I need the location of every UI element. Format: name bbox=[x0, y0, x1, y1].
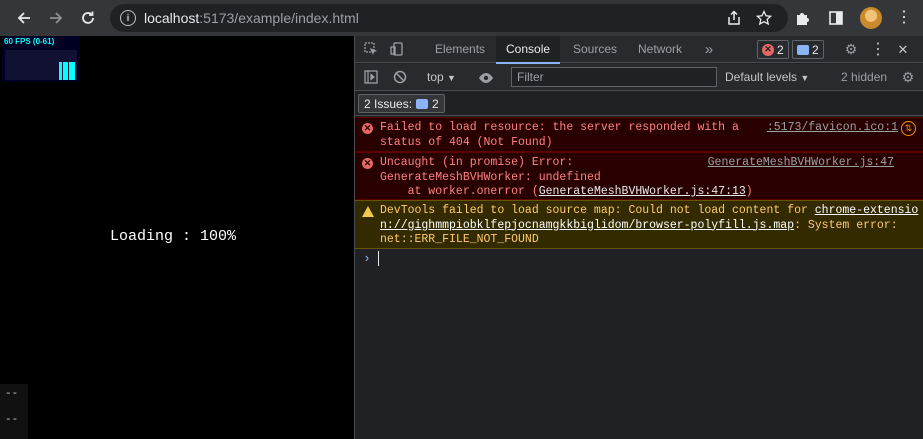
hidden-count: 2 hidden bbox=[841, 70, 888, 84]
issues-label: 2 Issues: bbox=[364, 96, 413, 111]
show-sidebar-icon[interactable] bbox=[361, 64, 381, 93]
side-panel-icon[interactable] bbox=[826, 8, 846, 28]
console-prompt-icon: › bbox=[363, 251, 371, 266]
error-icon: ✕ bbox=[362, 123, 373, 134]
message-count: 2 bbox=[812, 42, 819, 57]
forward-arrow-icon[interactable] bbox=[42, 4, 70, 32]
console-warning-entry[interactable]: DevTools failed to load source map: Coul… bbox=[355, 200, 923, 249]
share-icon[interactable] bbox=[724, 8, 744, 28]
inspect-element-icon[interactable] bbox=[361, 36, 381, 65]
tab-network[interactable]: Network bbox=[628, 36, 692, 63]
message-count-badge[interactable]: 2 bbox=[792, 40, 824, 59]
browser-toolbar: i localhost:5173/example/index.html ⋮ bbox=[0, 0, 923, 36]
fps-stats-panel[interactable]: 60 FPS (0-61) bbox=[2, 36, 80, 82]
console-filter-input[interactable] bbox=[511, 67, 717, 87]
live-expression-eye-icon[interactable] bbox=[476, 64, 496, 93]
avatar[interactable] bbox=[860, 7, 882, 29]
issues-button[interactable]: 2 Issues: 2 bbox=[358, 94, 445, 113]
devtools-panel: Elements Console Sources Network » ✕ 2 2… bbox=[354, 36, 923, 439]
warning-text: net::ERR_FILE_NOT_FOUND bbox=[380, 233, 539, 246]
error-message: Failed to load resource: the server resp… bbox=[380, 121, 739, 149]
stack-prefix: at worker.onerror ( bbox=[380, 185, 539, 198]
fps-label: 60 FPS (0-61) bbox=[4, 37, 55, 46]
stat-line: -- bbox=[5, 388, 19, 400]
context-selector[interactable]: top ▼ bbox=[427, 64, 456, 92]
source-map-link[interactable]: n://gighmmpiobklfepjocnamgkkbiglidom/bro… bbox=[380, 219, 794, 232]
page-viewport: 60 FPS (0-61) Loading : 100% -- -- bbox=[0, 36, 354, 439]
error-icon: ✕ bbox=[362, 158, 373, 169]
stack-frame-link[interactable]: GenerateMeshBVHWorker.js:47:13 bbox=[539, 185, 746, 198]
error-source-link[interactable]: GenerateMeshBVHWorker.js:47 bbox=[708, 156, 894, 171]
tab-sources[interactable]: Sources bbox=[563, 36, 627, 63]
loading-text: Loading : 100% bbox=[110, 228, 237, 245]
console-error-entry[interactable]: ✕ Uncaught (in promise) Error: GenerateM… bbox=[355, 152, 923, 200]
issues-bar: 2 Issues: 2 bbox=[355, 92, 923, 116]
more-tabs-icon[interactable]: » bbox=[699, 36, 719, 63]
error-count-badge[interactable]: ✕ 2 bbox=[757, 40, 789, 59]
console-input-caret[interactable] bbox=[378, 251, 379, 266]
tab-elements[interactable]: Elements bbox=[425, 36, 495, 63]
stats-box: -- -- bbox=[0, 384, 28, 439]
warning-message: DevTools failed to load source map: Coul… bbox=[380, 204, 918, 248]
console-output: ✕ Failed to load resource: the server re… bbox=[355, 117, 923, 439]
address-bar[interactable]: i localhost:5173/example/index.html bbox=[110, 4, 788, 32]
error-message: Uncaught (in promise) Error: GenerateMes… bbox=[380, 156, 753, 200]
issues-count: 2 bbox=[432, 96, 439, 111]
url-path: :5173/example/index.html bbox=[199, 10, 359, 26]
log-levels-dropdown[interactable]: Default levels ▼ bbox=[725, 64, 809, 92]
warning-icon bbox=[362, 206, 374, 217]
console-settings-gear-icon[interactable]: ⚙ bbox=[898, 64, 918, 91]
star-icon[interactable] bbox=[754, 8, 774, 28]
tab-console[interactable]: Console bbox=[496, 36, 561, 64]
error-icon: ✕ bbox=[762, 43, 774, 56]
info-icon[interactable]: i bbox=[120, 10, 136, 26]
kebab-menu-icon[interactable]: ⋮ bbox=[896, 8, 912, 28]
context-label: top bbox=[427, 70, 444, 84]
more-options-icon[interactable]: ⋮ bbox=[868, 36, 888, 63]
stat-line: -- bbox=[5, 414, 19, 426]
error-text-line: Uncaught (in promise) Error: bbox=[380, 156, 574, 169]
extensions-icon[interactable] bbox=[793, 8, 813, 28]
issue-message-icon bbox=[416, 98, 429, 109]
device-toolbar-icon[interactable] bbox=[387, 36, 407, 65]
network-request-icon[interactable]: ⇅ bbox=[901, 121, 916, 136]
url-text[interactable]: localhost:5173/example/index.html bbox=[144, 10, 359, 26]
source-map-link[interactable]: chrome-extensio bbox=[815, 204, 919, 217]
clear-console-icon[interactable] bbox=[390, 64, 410, 93]
fps-graph bbox=[5, 50, 77, 80]
devtools-tabbar: Elements Console Sources Network » ✕ 2 2… bbox=[355, 36, 923, 65]
error-count: 2 bbox=[777, 42, 784, 57]
fps-graph-bars bbox=[59, 62, 75, 80]
console-toolbar: top ▼ Default levels ▼ 2 hidden ⚙ bbox=[355, 64, 923, 91]
url-host: localhost bbox=[144, 10, 200, 26]
reload-icon[interactable] bbox=[74, 4, 102, 32]
context-dropdown-icon: ▼ bbox=[447, 73, 456, 83]
message-icon bbox=[797, 44, 809, 55]
levels-dropdown-icon: ▼ bbox=[800, 73, 810, 83]
warning-text: DevTools failed to load source map: Coul… bbox=[380, 204, 815, 217]
stack-suffix: ) bbox=[745, 185, 753, 198]
back-arrow-icon[interactable] bbox=[10, 4, 38, 32]
error-text-line: GenerateMeshBVHWorker: undefined bbox=[380, 170, 601, 184]
close-devtools-icon[interactable]: ✕ bbox=[893, 36, 913, 63]
log-levels-label: Default levels bbox=[725, 70, 798, 84]
console-error-entry[interactable]: ✕ Failed to load resource: the server re… bbox=[355, 117, 923, 152]
settings-gear-icon[interactable]: ⚙ bbox=[841, 36, 861, 63]
error-source-link[interactable]: :5173/favicon.ico:1 bbox=[767, 121, 898, 136]
warning-text: : System error: bbox=[794, 218, 898, 232]
